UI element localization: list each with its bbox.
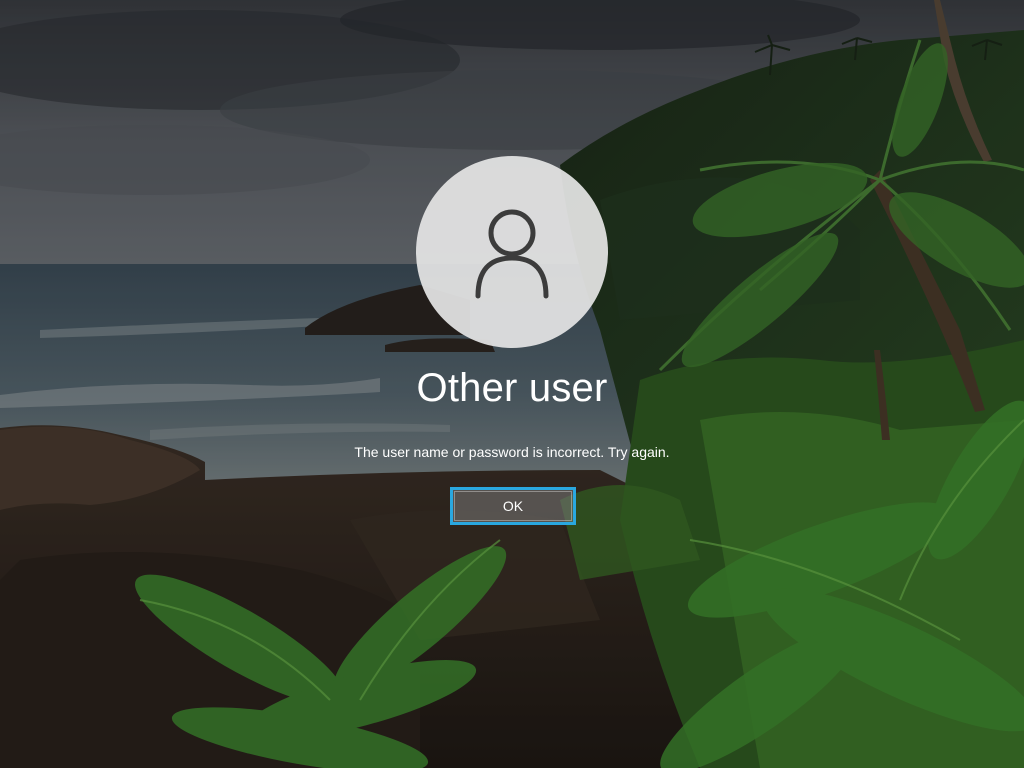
user-name-label: Other user [416, 366, 608, 410]
error-message: The user name or password is incorrect. … [354, 444, 670, 460]
ok-button-label: OK [502, 498, 524, 514]
user-icon [462, 200, 562, 305]
user-avatar [416, 156, 608, 348]
ok-button[interactable]: OK [450, 487, 576, 525]
lock-screen: Other user The user name or password is … [0, 0, 1024, 768]
